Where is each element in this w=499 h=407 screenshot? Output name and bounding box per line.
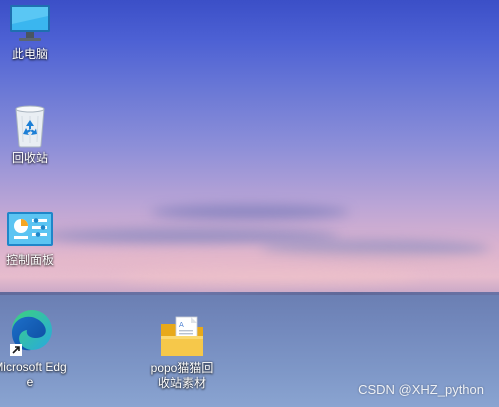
cloud: [150, 205, 350, 219]
edge-icon: [10, 310, 52, 356]
control-panel-icon: [7, 212, 53, 246]
cloud: [120, 270, 420, 284]
desktop-icon-edge[interactable]: Microsoft Edge: [0, 308, 67, 390]
desktop-icon-control-panel[interactable]: 控制面板: [0, 210, 67, 268]
watermark: CSDN @XHZ_python: [358, 382, 484, 397]
desktop-icon-folder[interactable]: A popo猫猫回收站素材: [145, 316, 219, 391]
desktop-icon-label: popo猫猫回收站素材: [150, 361, 214, 390]
desktop-icon-label: 控制面板: [5, 253, 54, 267]
cloud: [0, 250, 499, 272]
recycle-bin-icon: [15, 105, 45, 148]
desktop-icon-label: 回收站: [11, 151, 48, 165]
desktop-icon-label: Microsoft Edge: [0, 360, 67, 389]
folder-icon: A: [161, 316, 203, 356]
svg-text:A: A: [179, 321, 184, 329]
desktop-icon-label: 此电脑: [11, 47, 48, 61]
desktop-icon-this-pc[interactable]: 此电脑: [0, 4, 67, 62]
desktop-icon-recycle-bin[interactable]: 回收站: [0, 104, 67, 166]
monitor-icon: [10, 5, 50, 41]
desktop[interactable]: 此电脑 回收站 控制面板 Microsoft Edge A popo猫猫回收站素…: [0, 0, 499, 407]
